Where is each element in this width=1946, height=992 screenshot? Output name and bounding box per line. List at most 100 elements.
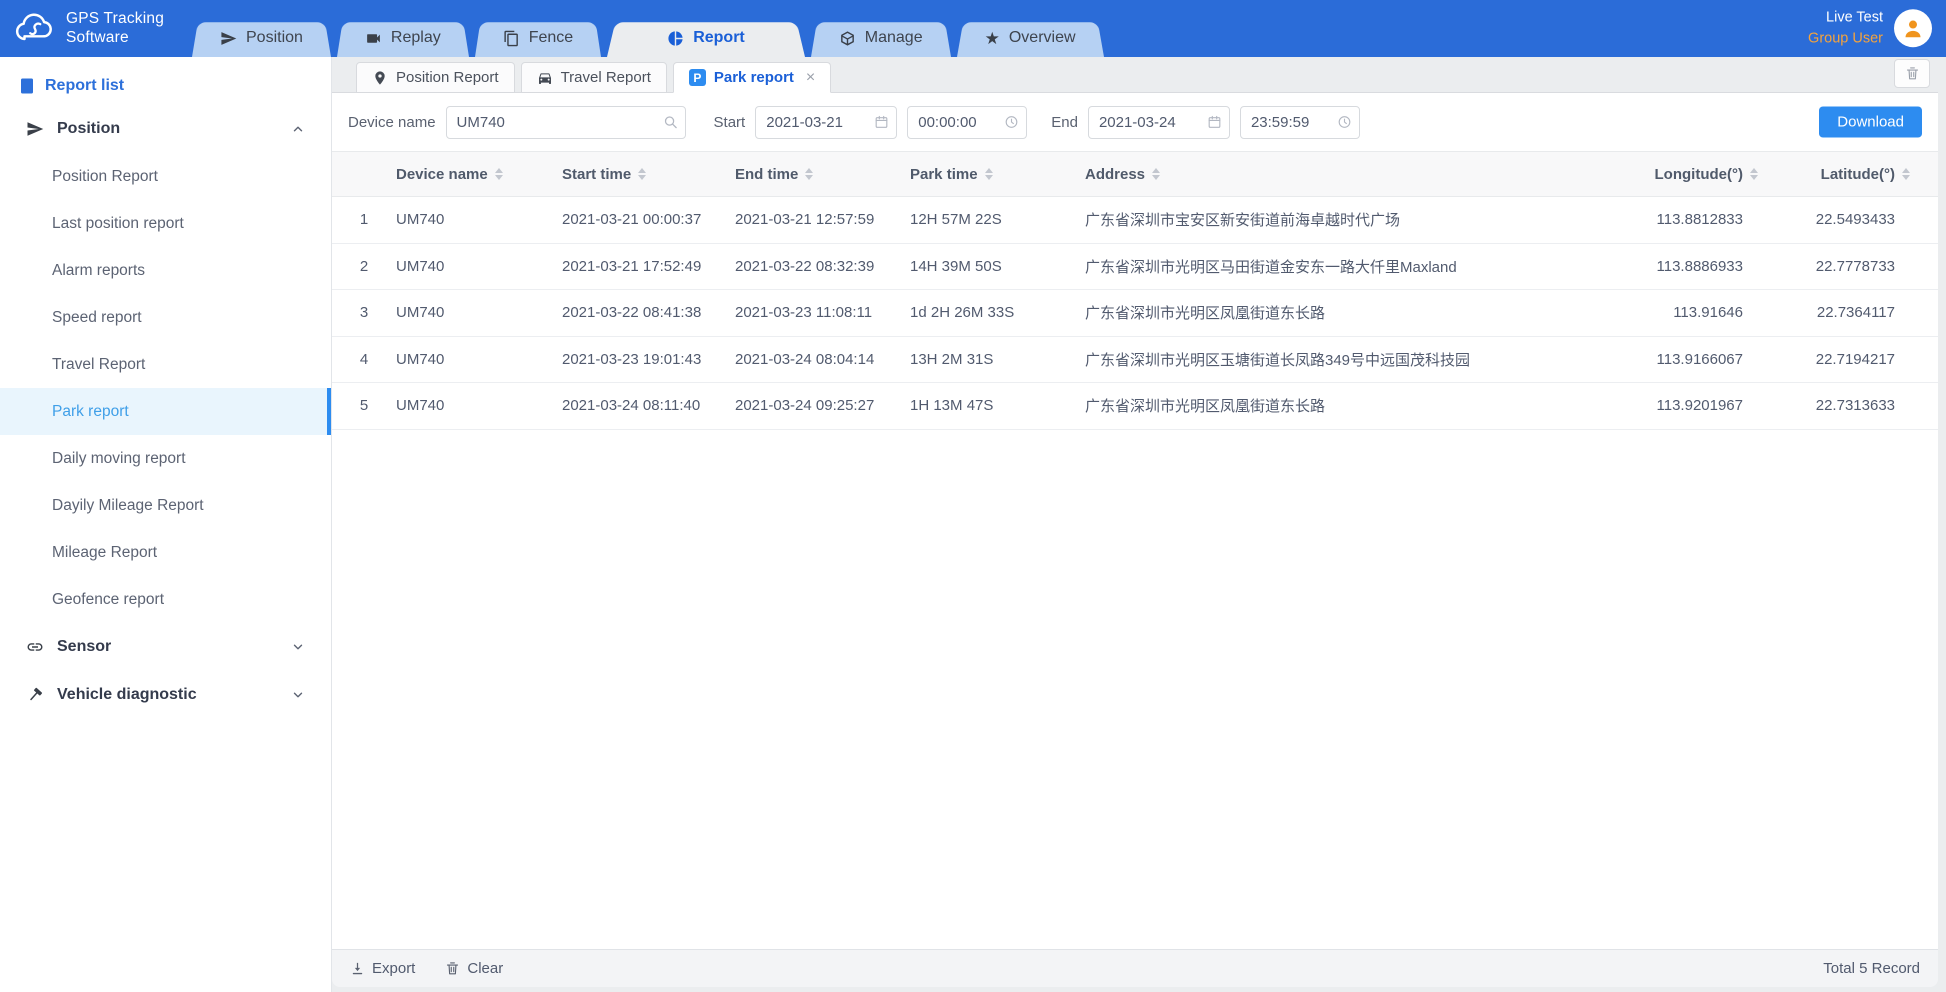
- sort-icon[interactable]: [495, 168, 503, 180]
- sidebar-items: Position Report Last position report Ala…: [0, 153, 331, 623]
- avatar[interactable]: [1894, 10, 1932, 48]
- chevron-up-icon: [291, 122, 305, 136]
- copy-pages-icon: [503, 30, 520, 47]
- sidebar-item-travel-report[interactable]: Travel Report: [0, 341, 331, 388]
- cell-start-time: 2021-03-23 19:01:43: [562, 351, 735, 368]
- cell-end-time: 2021-03-22 08:32:39: [735, 258, 910, 275]
- sort-icon[interactable]: [985, 168, 993, 180]
- cell-park-time: 12H 57M 22S: [910, 211, 1085, 228]
- table-row[interactable]: 2 UM740 2021-03-21 17:52:49 2021-03-22 0…: [332, 244, 1938, 291]
- cell-longitude: 113.9201967: [1553, 397, 1758, 414]
- sidebar-item-park-report[interactable]: Park report: [0, 388, 331, 435]
- end-time-input[interactable]: [1240, 106, 1360, 139]
- start-time-input[interactable]: [907, 106, 1027, 139]
- car-icon: [537, 70, 553, 86]
- pie-chart-icon: [667, 30, 684, 47]
- sidebar-item-dayily-mileage-report[interactable]: Dayily Mileage Report: [0, 482, 331, 529]
- nav-tab-manage[interactable]: Manage: [811, 19, 951, 57]
- export-button[interactable]: Export: [350, 960, 415, 977]
- clear-button[interactable]: Clear: [445, 960, 503, 977]
- cell-start-time: 2021-03-21 17:52:49: [562, 258, 735, 275]
- start-label: Start: [714, 114, 746, 131]
- sidebar-section-position[interactable]: Position: [0, 105, 331, 153]
- map-pin-icon: [372, 70, 388, 86]
- start-time-field: [907, 106, 1027, 139]
- device-name-input[interactable]: [446, 106, 686, 139]
- cell-longitude: 113.8812833: [1553, 211, 1758, 228]
- nav-tab-report[interactable]: Report: [607, 19, 805, 57]
- table-row[interactable]: 4 UM740 2021-03-23 19:01:43 2021-03-24 0…: [332, 337, 1938, 384]
- nav-tab-replay[interactable]: Replay: [337, 19, 469, 57]
- app-logo: GPS Tracking Software: [14, 9, 164, 48]
- cell-end-time: 2021-03-24 08:04:14: [735, 351, 910, 368]
- top-bar: GPS Tracking Software Position Replay Fe…: [0, 0, 1946, 57]
- send-icon: [26, 120, 44, 138]
- close-icon[interactable]: ×: [806, 69, 815, 87]
- sidebar-item-position-report[interactable]: Position Report: [0, 153, 331, 200]
- cell-device: UM740: [396, 211, 562, 228]
- table-row[interactable]: 3 UM740 2021-03-22 08:41:38 2021-03-23 1…: [332, 290, 1938, 337]
- row-index: 1: [332, 211, 396, 228]
- tab-park-report[interactable]: P Park report ×: [673, 62, 831, 93]
- start-date-field: [755, 106, 897, 139]
- sidebar: Report list Position Position Report Las…: [0, 57, 332, 992]
- sort-icon[interactable]: [638, 168, 646, 180]
- end-date-input[interactable]: [1088, 106, 1230, 139]
- end-label: End: [1051, 114, 1078, 131]
- cell-latitude: 22.7194217: [1758, 351, 1910, 368]
- cell-start-time: 2021-03-22 08:41:38: [562, 304, 735, 321]
- total-record-count: Total 5 Record: [1823, 960, 1920, 977]
- star-icon: ★: [985, 30, 1000, 47]
- park-time-column-header: Park time: [910, 166, 1085, 183]
- sort-icon[interactable]: [1902, 168, 1910, 180]
- cell-end-time: 2021-03-24 09:25:27: [735, 397, 910, 414]
- nav-tab-fence[interactable]: Fence: [475, 19, 601, 57]
- row-index: 2: [332, 258, 396, 275]
- sidebar-item-geofence-report[interactable]: Geofence report: [0, 576, 331, 623]
- sidebar-item-alarm-reports[interactable]: Alarm reports: [0, 247, 331, 294]
- delete-tabs-button[interactable]: [1894, 59, 1930, 88]
- cell-device: UM740: [396, 258, 562, 275]
- sidebar-section-vehicle-diagnostic[interactable]: Vehicle diagnostic: [0, 671, 331, 719]
- table-body: 1 UM740 2021-03-21 00:00:37 2021-03-21 1…: [332, 197, 1938, 430]
- table-row[interactable]: 1 UM740 2021-03-21 00:00:37 2021-03-21 1…: [332, 197, 1938, 244]
- sidebar-item-speed-report[interactable]: Speed report: [0, 294, 331, 341]
- nav-tab-overview[interactable]: ★ Overview: [957, 19, 1104, 57]
- cell-longitude: 113.91646: [1553, 304, 1758, 321]
- sort-icon[interactable]: [1750, 168, 1758, 180]
- sort-icon[interactable]: [805, 168, 813, 180]
- cell-latitude: 22.5493433: [1758, 211, 1910, 228]
- user-role: Group User: [1808, 29, 1883, 51]
- cell-end-time: 2021-03-21 12:57:59: [735, 211, 910, 228]
- end-time-field: [1240, 106, 1360, 139]
- chevron-down-icon: [291, 640, 305, 654]
- sidebar-section-sensor[interactable]: Sensor: [0, 623, 331, 671]
- tab-travel-report[interactable]: Travel Report: [521, 62, 667, 93]
- trash-icon: [445, 961, 460, 976]
- nav-tab-position[interactable]: Position: [192, 19, 331, 57]
- main-nav: Position Replay Fence Report Manage ★ Ov…: [192, 19, 1104, 57]
- cell-park-time: 1d 2H 26M 33S: [910, 304, 1085, 321]
- tab-position-report[interactable]: Position Report: [356, 62, 515, 93]
- table-header: Device name Start time End time Park tim…: [332, 152, 1938, 197]
- cell-longitude: 113.8886933: [1553, 258, 1758, 275]
- park-icon: P: [689, 69, 706, 86]
- download-button[interactable]: Download: [1819, 107, 1922, 138]
- sidebar-item-mileage-report[interactable]: Mileage Report: [0, 529, 331, 576]
- sort-icon[interactable]: [1152, 168, 1160, 180]
- cell-address: 广东省深圳市光明区马田街道金安东一路大仟里Maxland: [1085, 256, 1553, 277]
- latitude-column-header: Latitude(°): [1758, 166, 1910, 183]
- cell-longitude: 113.9166067: [1553, 351, 1758, 368]
- link-icon: [26, 638, 44, 656]
- row-index: 4: [332, 351, 396, 368]
- start-date-input[interactable]: [755, 106, 897, 139]
- cell-end-time: 2021-03-23 11:08:11: [735, 304, 910, 321]
- row-index: 5: [332, 397, 396, 414]
- user-profile[interactable]: Live Test Group User: [1808, 7, 1932, 51]
- sidebar-item-daily-moving-report[interactable]: Daily moving report: [0, 435, 331, 482]
- cell-latitude: 22.7364117: [1758, 304, 1910, 321]
- table-row[interactable]: 5 UM740 2021-03-24 08:11:40 2021-03-24 0…: [332, 383, 1938, 430]
- cell-park-time: 14H 39M 50S: [910, 258, 1085, 275]
- sidebar-item-last-position-report[interactable]: Last position report: [0, 200, 331, 247]
- report-tab-strip: Position Report Travel Report P Park rep…: [332, 57, 1938, 93]
